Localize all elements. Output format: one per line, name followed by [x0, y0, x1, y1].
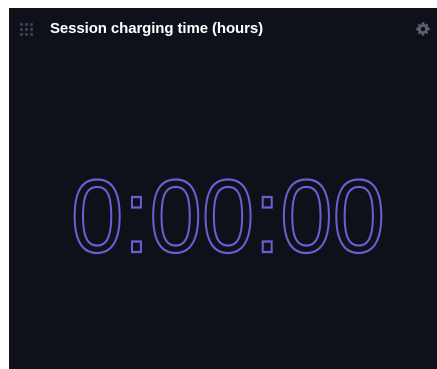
drag-handle-icon[interactable] — [20, 23, 33, 36]
widget-title: Session charging time (hours) — [50, 20, 263, 37]
timer-value: 0:00:00 — [71, 159, 385, 275]
widget-header: Session charging time (hours) — [9, 8, 437, 54]
gear-icon[interactable] — [415, 21, 431, 37]
timer-display: 0:00:00 — [9, 158, 437, 278]
charging-time-widget: Session charging time (hours) 0:00:00 — [9, 8, 437, 369]
